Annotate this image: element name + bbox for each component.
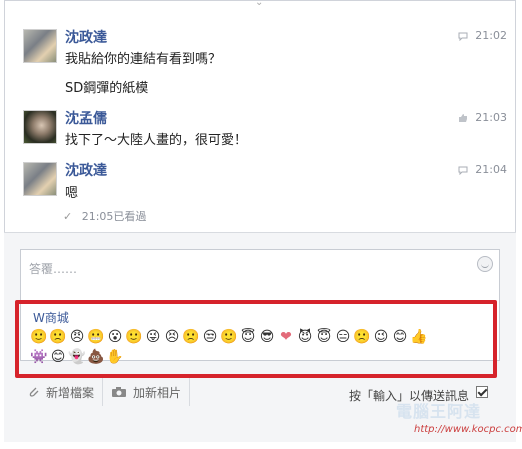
compose-toolbar: 新增檔案 加新相片 xyxy=(20,378,191,406)
seen-status: ✓ 21:05已看過 xyxy=(63,208,146,224)
like-icon xyxy=(458,114,467,122)
avatar[interactable] xyxy=(23,29,57,63)
add-file-button[interactable]: 新增檔案 xyxy=(20,378,104,406)
chat-bubble-icon xyxy=(458,32,468,41)
message-time: 21:04 xyxy=(458,163,507,176)
chat-bubble-icon xyxy=(458,166,468,175)
annotation-highlight xyxy=(15,300,497,378)
message-text: SD鋼彈的紙模 xyxy=(65,81,149,96)
time-text: 21:04 xyxy=(475,163,507,176)
add-photo-button[interactable]: 加新相片 xyxy=(103,378,191,406)
sender-name[interactable]: 沈孟儒 xyxy=(65,108,107,128)
add-file-label: 新增檔案 xyxy=(46,385,95,400)
message-text: 嗯 xyxy=(65,186,79,201)
paperclip-icon xyxy=(29,387,39,397)
reply-placeholder: 答覆…… xyxy=(29,262,78,276)
avatar[interactable] xyxy=(23,110,57,144)
message-time: 21:02 xyxy=(458,29,507,42)
smiley-icon[interactable] xyxy=(477,256,493,272)
check-icon: ✓ xyxy=(63,210,73,223)
add-photo-label: 加新相片 xyxy=(133,385,182,400)
time-text: 21:03 xyxy=(475,111,507,124)
camera-icon xyxy=(112,387,127,397)
watermark-logo: 電腦王阿達 xyxy=(396,402,482,421)
seen-text: 21:05已看過 xyxy=(81,210,147,223)
sender-name[interactable]: 沈政達 xyxy=(65,27,107,47)
enter-to-send-checkbox[interactable] xyxy=(476,386,488,398)
message-time: 21:03 xyxy=(458,111,507,124)
watermark-url: http://www.kocpc.com.tw xyxy=(414,424,522,435)
avatar[interactable] xyxy=(23,162,57,196)
message-text: 我貼給你的連結有看到嗎？ xyxy=(65,52,222,67)
message-text: 找下了～大陸人畫的，很可愛！ xyxy=(65,133,248,148)
sender-name[interactable]: 沈政達 xyxy=(65,160,107,180)
top-marker: ⌄ xyxy=(255,0,264,8)
time-text: 21:02 xyxy=(475,29,507,42)
